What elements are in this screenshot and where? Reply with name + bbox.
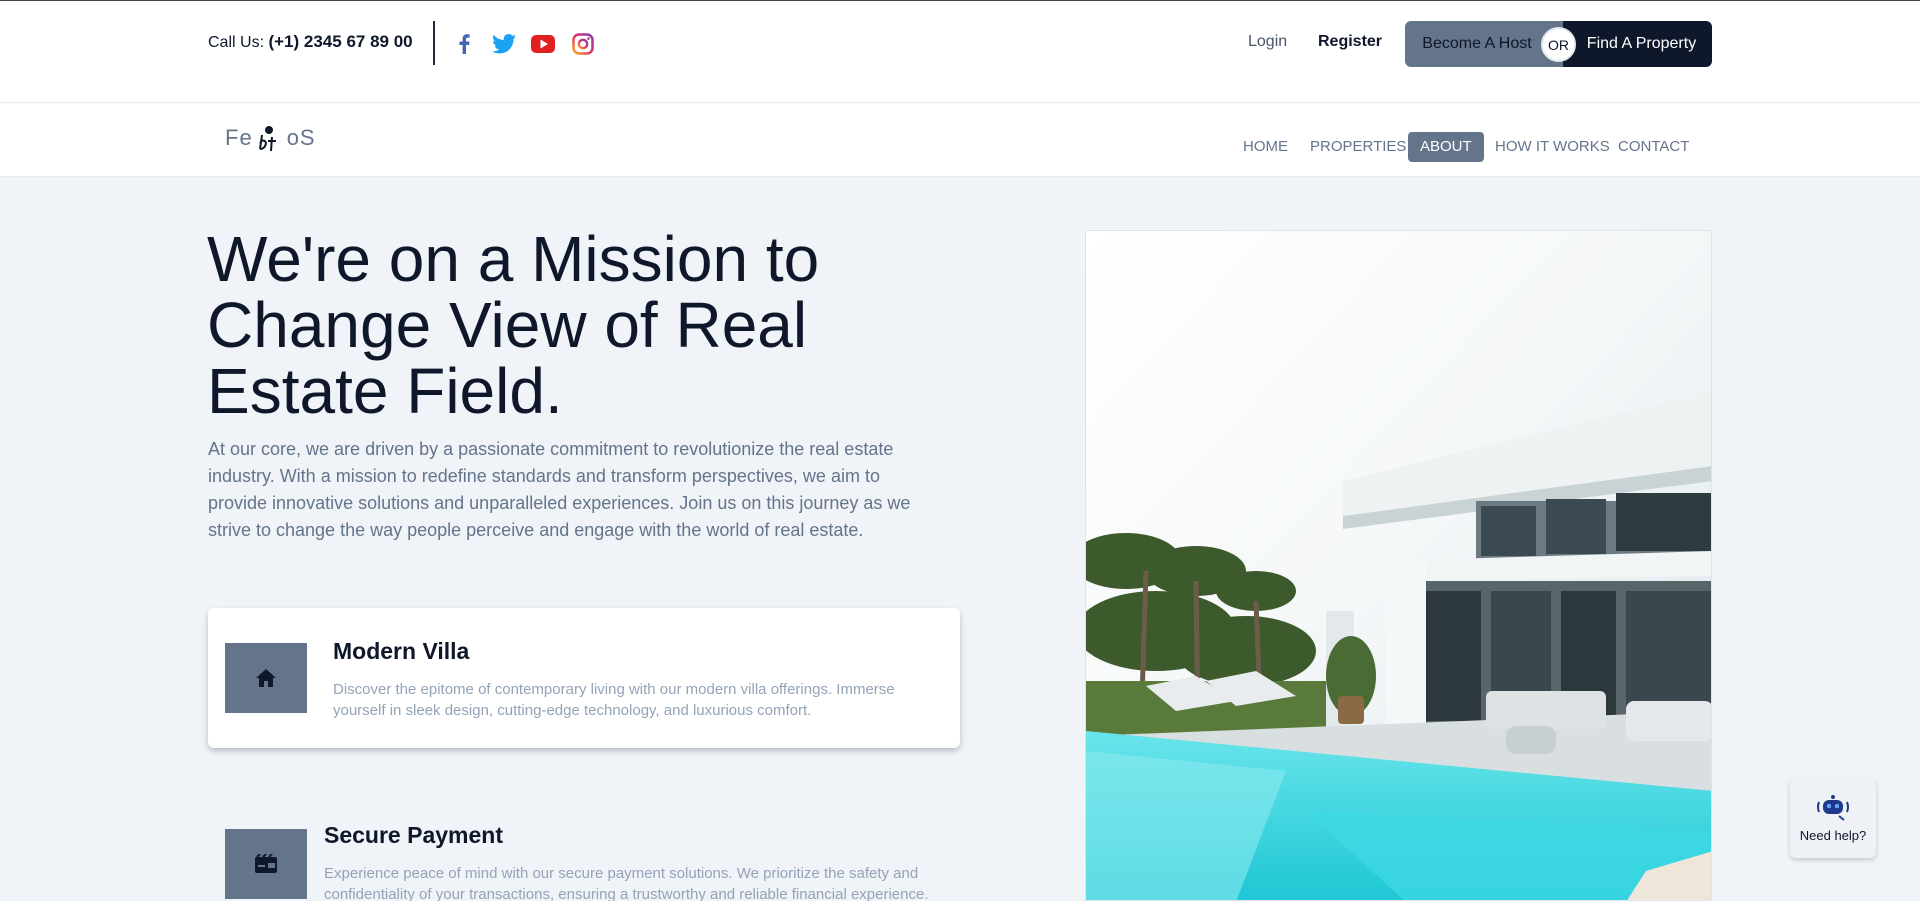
logo-text-left: Fe [225,125,253,150]
feature-title: Secure Payment [324,822,503,848]
logo[interactable]: Fe oS [225,123,316,153]
find-property-button[interactable]: Find A Property [1563,21,1712,67]
top-bar: Call Us: (+1) 2345 67 89 00 Login Regist… [0,0,1920,103]
divider [433,21,435,65]
nav-about[interactable]: ABOUT [1408,132,1484,162]
facebook-icon[interactable] [451,31,477,57]
login-link[interactable]: Login [1248,33,1287,51]
twitter-icon[interactable] [491,31,517,57]
payment-icon [225,829,307,899]
youtube-icon[interactable] [530,31,556,57]
intro-paragraph: At our core, we are driven by a passiona… [208,439,911,540]
page-title: We're on a Mission to Change View of Rea… [207,223,820,427]
villa-photo [1085,230,1712,901]
nav-contact[interactable]: CONTACT [1606,132,1701,162]
nav-properties[interactable]: PROPERTIES [1298,132,1418,162]
feature-description: Discover the epitome of contemporary liv… [333,681,895,719]
or-badge: OR [1541,27,1576,62]
feature-description: Experience peace of mind with our secure… [324,865,929,901]
call-label: Call Us: [208,34,265,51]
logo-mark-icon [258,126,276,152]
nav-home[interactable]: HOME [1231,132,1300,162]
become-host-button[interactable]: Become A Host [1405,21,1563,67]
feature-card-modern-villa[interactable]: Modern Villa Discover the epitome of con… [208,608,960,748]
feature-title: Modern Villa [333,638,470,664]
instagram-icon[interactable] [570,31,596,57]
help-label: Need help? [1799,827,1867,843]
main-nav: Fe oS HOME PROPERTIES ABOUT HOW IT WORKS… [0,103,1920,177]
home-icon [225,643,307,713]
nav-how-it-works[interactable]: HOW IT WORKS [1483,132,1622,162]
feature-card-secure-payment[interactable]: Secure Payment Experience peace of mind … [208,794,960,901]
register-link[interactable]: Register [1318,33,1382,51]
call-us: Call Us: (+1) 2345 67 89 00 [208,32,413,52]
robot-icon [1817,794,1849,821]
phone-number[interactable]: (+1) 2345 67 89 00 [268,32,412,51]
help-widget[interactable]: Need help? [1790,778,1876,858]
logo-text-right: oS [286,125,316,150]
